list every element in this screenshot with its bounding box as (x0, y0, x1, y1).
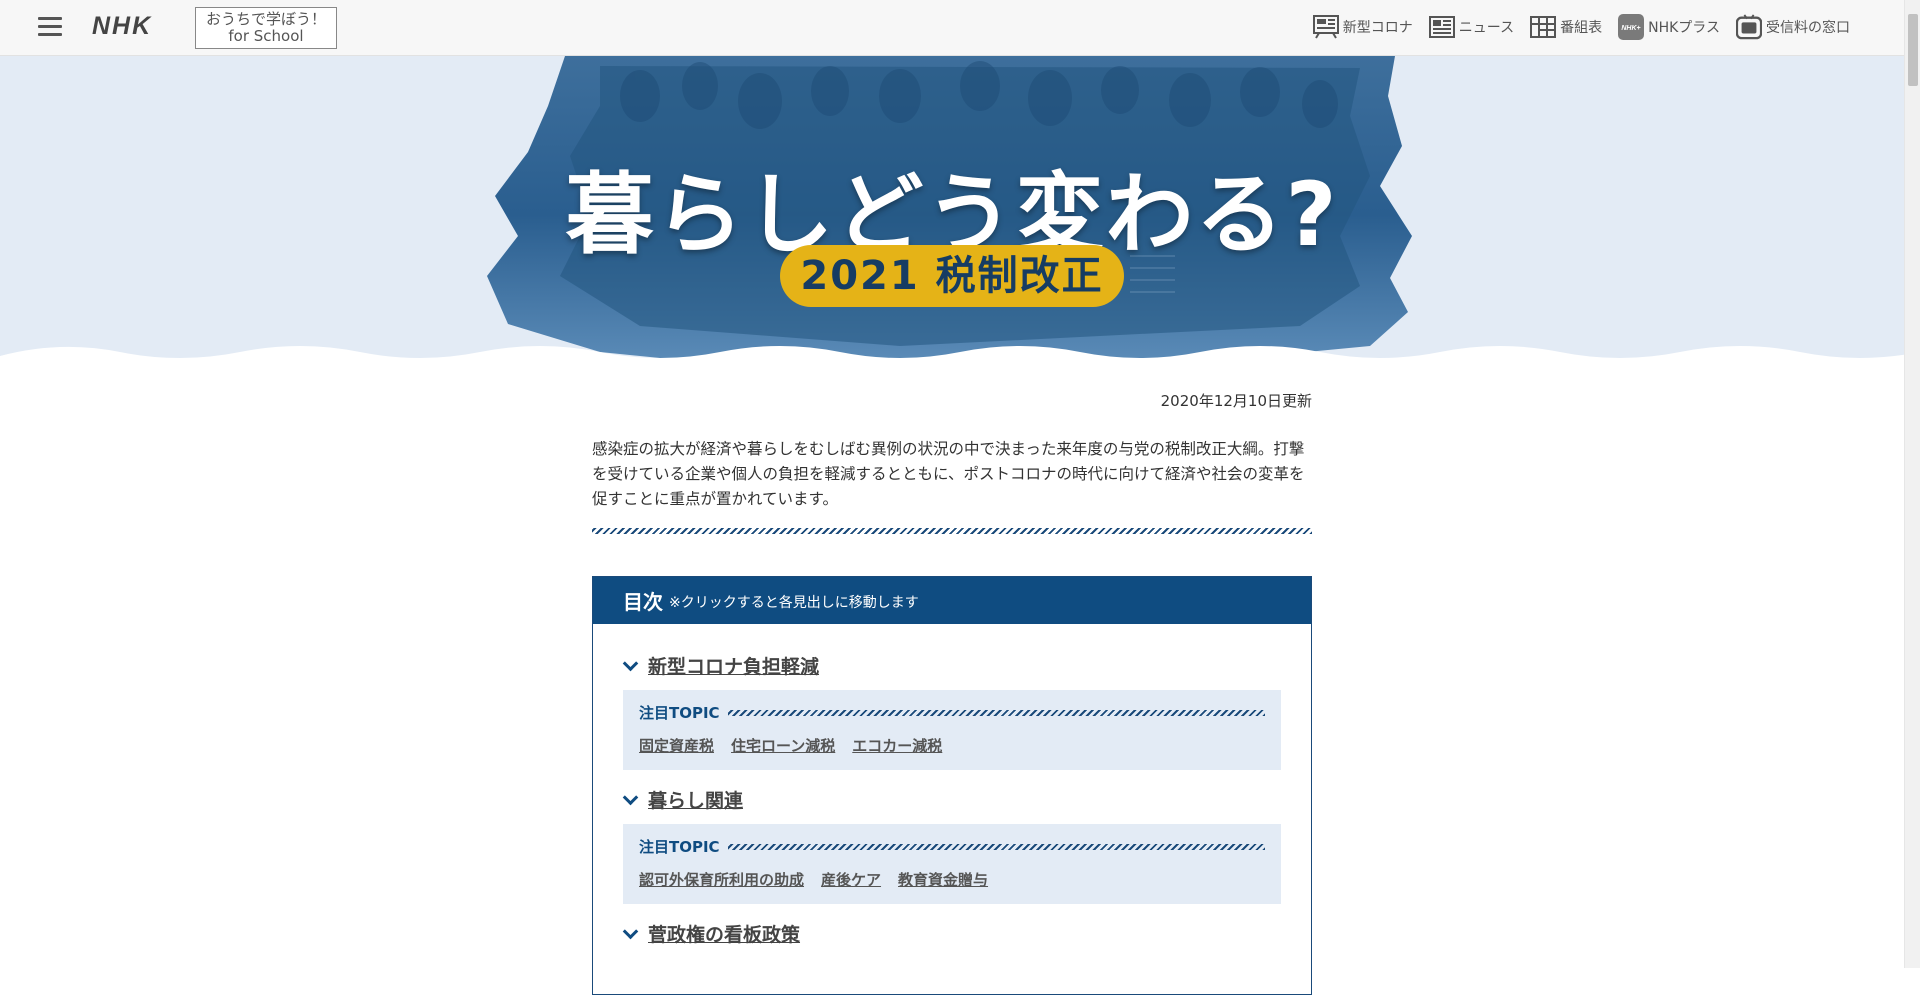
svg-text:NHK+: NHK+ (1621, 25, 1640, 32)
for-school-line1: おうちで学ぼう！ (205, 10, 326, 28)
nav-item-corona[interactable]: 新型コロナ (1312, 14, 1413, 40)
toc-section-suga-policy: 菅政権の看板政策 (622, 920, 1281, 947)
toc-section-link-suga-policy[interactable]: 菅政権の看板政策 (622, 920, 1281, 947)
update-date: 2020年12月10日更新 (1160, 392, 1312, 410)
topic-box: 注目TOPIC 認可外保育所利用の助成 産後ケア 教育資金贈与 (623, 824, 1281, 904)
nav-label-news: ニュース (1458, 20, 1515, 36)
for-school-link[interactable]: おうちで学ぼう！ for School (195, 7, 337, 49)
nav-item-reception-fee[interactable]: 受信料の窓口 (1736, 14, 1850, 40)
top-navigation-bar: NHK おうちで学ぼう！ for School 新型コロナ ニュース 番組表 N… (0, 0, 1904, 56)
topic-box: 注目TOPIC 固定資産税 住宅ローン減税 エコカー減税 (623, 690, 1281, 770)
nav-item-program-guide[interactable]: 番組表 (1530, 14, 1602, 40)
for-school-line2: for School (228, 27, 304, 45)
toc-section-label[interactable]: 菅政権の看板政策 (648, 920, 800, 947)
chevron-down-icon (622, 923, 639, 939)
header-nav: 新型コロナ ニュース 番組表 NHK+ NHKプラス 受信料の窓口 (1312, 14, 1850, 40)
toc-section-link-corona[interactable]: 新型コロナ負担軽減 (622, 652, 1281, 679)
lead-paragraph: 感染症の拡大が経済や暮らしをむしばむ異例の状況の中で決まった来年度の与党の税制改… (592, 440, 1305, 508)
nav-label-program-guide: 番組表 (1560, 20, 1603, 36)
striped-divider (592, 528, 1312, 534)
toc-section-living: 暮らし関連 注目TOPIC 認可外保育所利用の助成 産後ケア 教育資金贈与 (622, 786, 1281, 904)
nav-label-nhk-plus: NHKプラス (1648, 20, 1720, 36)
topic-head: 注目TOPIC (639, 836, 1265, 857)
topic-links: 認可外保育所利用の助成 産後ケア 教育資金贈与 (639, 869, 1265, 890)
topic-label: 注目TOPIC (639, 838, 720, 856)
toc-section-link-living[interactable]: 暮らし関連 (622, 786, 1281, 813)
toc-body: 新型コロナ負担軽減 注目TOPIC 固定資産税 住宅ローン減税 エコカー減税 暮… (593, 624, 1311, 994)
toc-note: ※クリックすると各見出しに移動します (669, 595, 919, 611)
topic-head: 注目TOPIC (639, 702, 1265, 723)
program-grid-icon (1530, 14, 1557, 40)
tv-window-icon (1736, 14, 1762, 40)
toc-section-corona: 新型コロナ負担軽減 注目TOPIC 固定資産税 住宅ローン減税 エコカー減税 (622, 652, 1281, 770)
topic-link[interactable]: 住宅ローン減税 (731, 735, 835, 756)
topic-link[interactable]: エコカー減税 (852, 735, 942, 756)
topic-link[interactable]: 教育資金贈与 (898, 869, 988, 890)
topic-link[interactable]: 産後ケア (821, 869, 881, 890)
nhk-plus-icon: NHK+ (1618, 14, 1645, 40)
toc-header: 目次 ※クリックすると各見出しに移動します (593, 577, 1311, 624)
hamburger-menu-icon[interactable] (38, 17, 62, 37)
nhk-logo[interactable]: NHK (92, 12, 152, 41)
topic-stripe (727, 843, 1265, 850)
hero-banner: 暮らしどう変わる? 2021 税制改正 (0, 56, 1904, 378)
newspaper-icon (1428, 14, 1455, 40)
nav-item-news[interactable]: ニュース (1428, 14, 1515, 40)
topic-label: 注目TOPIC (639, 704, 720, 722)
main-content: 2020年12月10日更新 感染症の拡大が経済や暮らしをむしばむ異例の状況の中で… (592, 378, 1312, 995)
topic-link[interactable]: 認可外保育所利用の助成 (639, 869, 804, 890)
nav-label-reception-fee: 受信料の窓口 (1766, 20, 1850, 36)
toc-section-label[interactable]: 暮らし関連 (648, 786, 743, 813)
hero-badge: 2021 税制改正 (780, 245, 1124, 307)
toc-section-label[interactable]: 新型コロナ負担軽減 (648, 652, 819, 679)
corona-board-icon (1312, 14, 1339, 40)
toc-title: 目次 (623, 590, 663, 614)
nav-item-nhk-plus[interactable]: NHK+ NHKプラス (1618, 14, 1720, 40)
topic-link[interactable]: 固定資産税 (639, 735, 714, 756)
scrollbar-thumb[interactable] (1908, 14, 1918, 86)
chevron-down-icon (622, 655, 639, 671)
page-scrollbar[interactable] (1904, 0, 1920, 968)
table-of-contents: 目次 ※クリックすると各見出しに移動します 新型コロナ負担軽減 注目TOPIC … (592, 576, 1312, 995)
nav-label-corona: 新型コロナ (1342, 20, 1413, 36)
chevron-down-icon (622, 789, 639, 805)
topic-stripe (727, 709, 1265, 716)
topic-links: 固定資産税 住宅ローン減税 エコカー減税 (639, 735, 1265, 756)
